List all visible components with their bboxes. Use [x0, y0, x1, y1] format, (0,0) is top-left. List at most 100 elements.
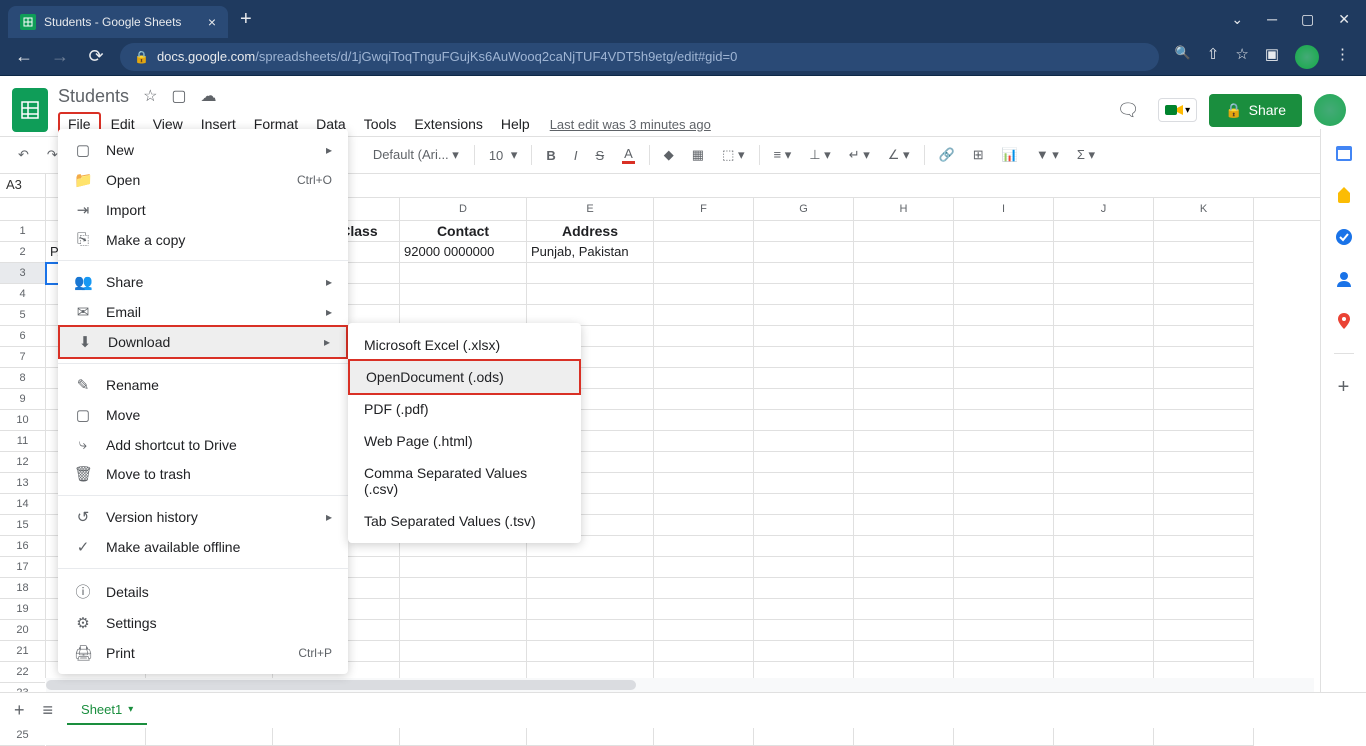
- cell[interactable]: [754, 263, 854, 284]
- cell[interactable]: [654, 515, 754, 536]
- cell[interactable]: [1054, 389, 1154, 410]
- cell[interactable]: [954, 368, 1054, 389]
- row-header[interactable]: 12: [0, 452, 45, 473]
- cell[interactable]: [1054, 494, 1154, 515]
- file-menu-settings[interactable]: ⚙Settings: [58, 608, 348, 638]
- cell[interactable]: [854, 599, 954, 620]
- maps-icon[interactable]: [1334, 311, 1354, 331]
- row-header[interactable]: 8: [0, 368, 45, 389]
- document-title[interactable]: Students: [58, 86, 129, 107]
- download-pdf[interactable]: PDF (.pdf): [348, 393, 581, 425]
- rotate-button[interactable]: ∠ ▾: [882, 143, 916, 167]
- cell[interactable]: [854, 305, 954, 326]
- cell[interactable]: [754, 368, 854, 389]
- cell[interactable]: [654, 368, 754, 389]
- file-menu-email[interactable]: ✉Email▸: [58, 297, 348, 327]
- h-align-button[interactable]: ≡ ▾: [768, 143, 798, 167]
- cell[interactable]: [854, 473, 954, 494]
- cell[interactable]: [527, 620, 654, 641]
- cell[interactable]: [854, 536, 954, 557]
- cell[interactable]: Contact: [400, 221, 527, 242]
- cell[interactable]: [954, 473, 1054, 494]
- kebab-menu-icon[interactable]: ⋮: [1335, 45, 1350, 69]
- cell[interactable]: [400, 557, 527, 578]
- file-menu-details[interactable]: ⓘDetails: [58, 575, 348, 608]
- cell[interactable]: [654, 326, 754, 347]
- back-button[interactable]: ←: [12, 46, 36, 67]
- cell[interactable]: [1154, 326, 1254, 347]
- cell[interactable]: [654, 389, 754, 410]
- download-tsv[interactable]: Tab Separated Values (.tsv): [348, 505, 581, 537]
- cell[interactable]: [400, 725, 527, 746]
- file-menu-rename[interactable]: ✎Rename: [58, 370, 348, 400]
- cell[interactable]: [754, 389, 854, 410]
- font-size-selector[interactable]: 10 ▾: [483, 143, 524, 167]
- col-header[interactable]: K: [1154, 198, 1254, 220]
- cell[interactable]: [954, 389, 1054, 410]
- download-ods[interactable]: OpenDocument (.ods): [348, 359, 581, 395]
- cell[interactable]: [954, 263, 1054, 284]
- row-header[interactable]: 21: [0, 641, 45, 662]
- row-header[interactable]: 13: [0, 473, 45, 494]
- cell[interactable]: [854, 347, 954, 368]
- col-header[interactable]: E: [527, 198, 654, 220]
- cell[interactable]: [854, 515, 954, 536]
- cell[interactable]: [754, 473, 854, 494]
- row-header[interactable]: 9: [0, 389, 45, 410]
- cell[interactable]: [854, 641, 954, 662]
- profile-avatar[interactable]: [1295, 45, 1319, 69]
- undo-button[interactable]: ↶: [12, 143, 35, 167]
- sheet-tab[interactable]: Sheet1▾: [67, 696, 147, 725]
- cell[interactable]: [954, 620, 1054, 641]
- cell[interactable]: [954, 242, 1054, 263]
- cell[interactable]: [400, 578, 527, 599]
- new-tab-button[interactable]: +: [240, 8, 252, 31]
- add-sheet-button[interactable]: +: [10, 696, 29, 725]
- cell[interactable]: [654, 620, 754, 641]
- cell[interactable]: [654, 347, 754, 368]
- chevron-down-icon[interactable]: ⌄: [1231, 11, 1243, 28]
- tasks-icon[interactable]: [1334, 227, 1354, 247]
- cell[interactable]: [854, 452, 954, 473]
- cell[interactable]: [527, 557, 654, 578]
- menu-extensions[interactable]: Extensions: [406, 112, 490, 136]
- address-bar[interactable]: 🔒 docs.google.com/spreadsheets/d/1jGwqiT…: [120, 43, 1159, 71]
- cell[interactable]: [1054, 725, 1154, 746]
- meet-button[interactable]: ▾: [1158, 98, 1197, 122]
- file-menu-version-history[interactable]: ↺Version history▸: [58, 502, 348, 532]
- cell[interactable]: [654, 725, 754, 746]
- download-xlsx[interactable]: Microsoft Excel (.xlsx): [348, 329, 581, 361]
- cell[interactable]: [1054, 536, 1154, 557]
- close-window-icon[interactable]: ✕: [1338, 11, 1350, 28]
- cell[interactable]: [754, 494, 854, 515]
- cell[interactable]: [854, 326, 954, 347]
- download-csv[interactable]: Comma Separated Values (.csv): [348, 457, 581, 505]
- cell[interactable]: [1054, 641, 1154, 662]
- calendar-icon[interactable]: [1334, 143, 1354, 163]
- cell[interactable]: [1154, 263, 1254, 284]
- row-header[interactable]: 16: [0, 536, 45, 557]
- cell[interactable]: [954, 326, 1054, 347]
- cell[interactable]: [400, 641, 527, 662]
- cell[interactable]: [46, 725, 146, 746]
- text-color-button[interactable]: A: [616, 142, 641, 168]
- cell[interactable]: Address: [527, 221, 654, 242]
- cell[interactable]: [754, 284, 854, 305]
- add-addon-icon[interactable]: +: [1334, 376, 1354, 396]
- cell[interactable]: [854, 242, 954, 263]
- row-header[interactable]: 22: [0, 662, 45, 683]
- col-header[interactable]: J: [1054, 198, 1154, 220]
- row-header[interactable]: 25: [0, 725, 45, 746]
- cell[interactable]: [654, 557, 754, 578]
- merge-button[interactable]: ⬚ ▾: [716, 143, 750, 167]
- cell[interactable]: [754, 452, 854, 473]
- close-tab-icon[interactable]: ×: [208, 14, 216, 30]
- cell[interactable]: [754, 431, 854, 452]
- cell[interactable]: [654, 494, 754, 515]
- link-button[interactable]: 🔗: [933, 143, 961, 167]
- cell[interactable]: [754, 578, 854, 599]
- wrap-button[interactable]: ↵ ▾: [843, 143, 876, 167]
- cell[interactable]: [854, 494, 954, 515]
- cell[interactable]: [1154, 221, 1254, 242]
- scroll-thumb[interactable]: [46, 680, 636, 690]
